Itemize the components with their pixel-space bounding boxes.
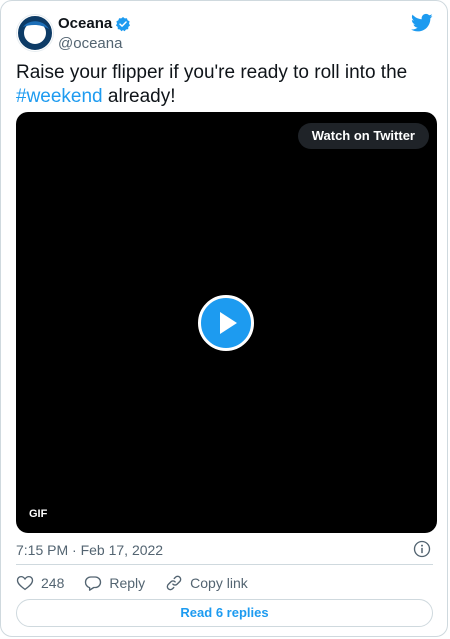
like-button[interactable]: 248 (16, 574, 64, 592)
read-replies-button[interactable]: Read 6 replies (16, 599, 433, 627)
tweet-card: Oceana @oceana Raise your flipper if you… (0, 0, 448, 637)
info-icon[interactable] (413, 540, 431, 558)
divider (16, 564, 433, 565)
reply-label: Reply (109, 575, 146, 591)
heart-icon (16, 575, 34, 591)
author-display-name[interactable]: Oceana (58, 15, 112, 33)
play-button[interactable] (198, 295, 254, 351)
reply-button[interactable]: Reply (84, 574, 145, 592)
verified-badge-icon (116, 17, 131, 32)
tweet-timestamp[interactable]: 7:15 PM · Feb 17, 2022 (16, 541, 163, 559)
watch-on-twitter-button[interactable]: Watch on Twitter (297, 123, 429, 149)
hashtag-link[interactable]: #weekend (16, 86, 103, 107)
play-icon (220, 312, 237, 334)
media-player[interactable]: Watch on Twitter GIF (16, 112, 437, 533)
copy-link-label: Copy link (190, 575, 248, 591)
author-name-row[interactable]: Oceana (58, 15, 131, 33)
reply-icon (85, 576, 102, 591)
like-count: 248 (41, 575, 65, 591)
tweet-actions: 248 Reply Copy link (16, 572, 268, 594)
tweet-text: Raise your flipper if you're ready to ro… (16, 61, 426, 109)
tweet-header: Oceana @oceana (16, 13, 433, 53)
tweet-text-end: already! (102, 86, 176, 107)
twitter-bird-icon[interactable] (411, 13, 433, 33)
author-info: Oceana @oceana (58, 15, 131, 53)
author-handle[interactable]: @oceana (58, 35, 131, 53)
gif-badge: GIF (29, 508, 48, 520)
avatar[interactable] (16, 14, 54, 52)
copy-link-button[interactable]: Copy link (165, 574, 248, 592)
oceana-logo-icon (18, 16, 52, 50)
link-icon (166, 575, 182, 591)
tweet-text-start: Raise your flipper if you're ready to ro… (16, 62, 408, 83)
